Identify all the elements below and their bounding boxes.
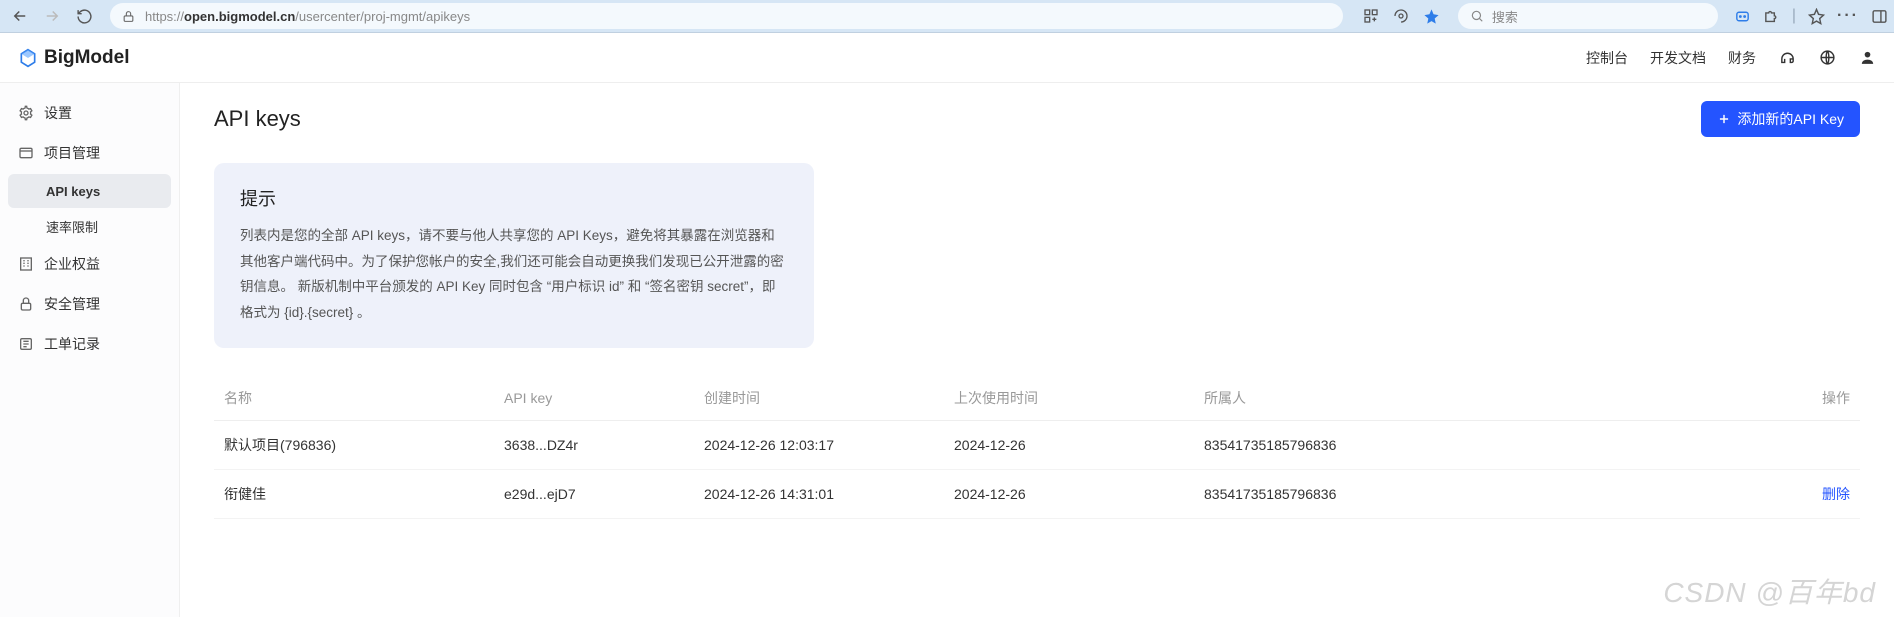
sidebar-label: 项目管理	[44, 143, 100, 163]
cell-key: e29d...ejD7	[494, 469, 694, 518]
th-name: 名称	[214, 376, 494, 421]
nav-refresh-button[interactable]	[70, 2, 98, 30]
header-link-console[interactable]: 控制台	[1586, 48, 1628, 68]
sidebar-item-enterprise[interactable]: 企业权益	[0, 244, 179, 284]
browser-search-box[interactable]: 搜索	[1458, 3, 1718, 29]
header-link-billing[interactable]: 财务	[1728, 48, 1756, 68]
sidebar-label: API keys	[46, 184, 100, 199]
cell-created: 2024-12-26 12:03:17	[694, 420, 944, 469]
page-title: API keys	[214, 106, 301, 132]
th-last-used: 上次使用时间	[944, 376, 1194, 421]
add-button-label: 添加新的API Key	[1737, 109, 1844, 129]
divider: |	[1792, 7, 1796, 25]
cell-last-used: 2024-12-26	[944, 469, 1194, 518]
extension-icons	[1363, 8, 1440, 25]
sidebar-label: 设置	[44, 103, 72, 123]
more-icon[interactable]: ···	[1837, 7, 1859, 25]
address-text: https://open.bigmodel.cn/usercenter/proj…	[145, 9, 1331, 24]
ai-assistant-icon[interactable]	[1734, 8, 1751, 25]
th-created: 创建时间	[694, 376, 944, 421]
user-icon[interactable]	[1858, 49, 1876, 67]
logo-icon	[18, 48, 38, 68]
cell-action	[1474, 420, 1860, 469]
browser-chrome: https://open.bigmodel.cn/usercenter/proj…	[0, 0, 1894, 33]
th-action: 操作	[1474, 376, 1860, 421]
support-icon[interactable]	[1778, 49, 1796, 67]
favorite-star-icon[interactable]	[1423, 8, 1440, 25]
tip-body: 列表内是您的全部 API keys，请不要与他人共享您的 API Keys，避免…	[240, 223, 788, 326]
main-content: API keys 添加新的API Key 提示 列表内是您的全部 API key…	[180, 83, 1894, 617]
plus-icon	[1717, 112, 1731, 126]
search-placeholder: 搜索	[1492, 7, 1518, 26]
watermark: CSDN @百年bd	[1663, 571, 1876, 611]
sidebar-sub-ratelimit[interactable]: 速率限制	[8, 209, 171, 243]
sidebar-toggle-icon[interactable]	[1871, 8, 1888, 25]
table-row: 默认项目(796836) 3638...DZ4r 2024-12-26 12:0…	[214, 420, 1860, 469]
app-grid-icon[interactable]	[1363, 8, 1379, 24]
app-header: BigModel 控制台 开发文档 财务	[0, 33, 1894, 83]
th-key: API key	[494, 376, 694, 421]
search-icon	[1470, 9, 1484, 23]
brand-logo[interactable]: BigModel	[18, 47, 130, 69]
sidebar-item-settings[interactable]: 设置	[0, 93, 179, 133]
tip-box: 提示 列表内是您的全部 API keys，请不要与他人共享您的 API Keys…	[214, 163, 814, 348]
ticket-icon	[18, 336, 34, 352]
lock-icon	[122, 10, 135, 23]
arrow-left-icon	[11, 7, 29, 25]
cell-owner: 83541735185796836	[1194, 469, 1474, 518]
puzzle-icon[interactable]	[1763, 8, 1780, 25]
th-owner: 所属人	[1194, 376, 1474, 421]
browser-right-icons: | ···	[1734, 7, 1888, 25]
add-apikey-button[interactable]: 添加新的API Key	[1701, 101, 1860, 137]
delete-link[interactable]: 删除	[1822, 486, 1850, 502]
sidebar-label: 安全管理	[44, 294, 100, 314]
cell-name: 默认项目(796836)	[214, 420, 494, 469]
sidebar-label: 工单记录	[44, 334, 100, 354]
cell-action: 删除	[1474, 469, 1860, 518]
brand-name: BigModel	[44, 47, 130, 69]
gear-icon	[18, 105, 34, 121]
cell-name: 衔健佳	[214, 469, 494, 518]
sidebar-item-ticket[interactable]: 工单记录	[0, 324, 179, 364]
building-icon	[18, 256, 34, 272]
refresh-icon	[76, 8, 93, 25]
sidebar-item-project[interactable]: 项目管理	[0, 133, 179, 173]
cell-owner: 83541735185796836	[1194, 420, 1474, 469]
folder-icon	[18, 145, 34, 161]
table-row: 衔健佳 e29d...ejD7 2024-12-26 14:31:01 2024…	[214, 469, 1860, 518]
apikey-table: 名称 API key 创建时间 上次使用时间 所属人 操作 默认项目(79683…	[214, 376, 1860, 519]
cell-key: 3638...DZ4r	[494, 420, 694, 469]
cell-created: 2024-12-26 14:31:01	[694, 469, 944, 518]
sidebar-sub-apikeys[interactable]: API keys	[8, 174, 171, 208]
address-bar[interactable]: https://open.bigmodel.cn/usercenter/proj…	[110, 3, 1343, 29]
sidebar: 设置 项目管理 API keys 速率限制 企业权益 安全管理 工单记录	[0, 83, 180, 617]
extension-icon[interactable]	[1393, 8, 1409, 24]
header-link-docs[interactable]: 开发文档	[1650, 48, 1706, 68]
sidebar-item-security[interactable]: 安全管理	[0, 284, 179, 324]
favorites-icon[interactable]	[1808, 8, 1825, 25]
tip-title: 提示	[240, 185, 788, 211]
lock-icon	[18, 296, 34, 312]
nav-back-button[interactable]	[6, 2, 34, 30]
cell-last-used: 2024-12-26	[944, 420, 1194, 469]
sidebar-label: 速率限制	[46, 217, 98, 236]
globe-icon[interactable]	[1818, 49, 1836, 67]
nav-forward-button[interactable]	[38, 2, 66, 30]
sidebar-label: 企业权益	[44, 254, 100, 274]
arrow-right-icon	[43, 7, 61, 25]
